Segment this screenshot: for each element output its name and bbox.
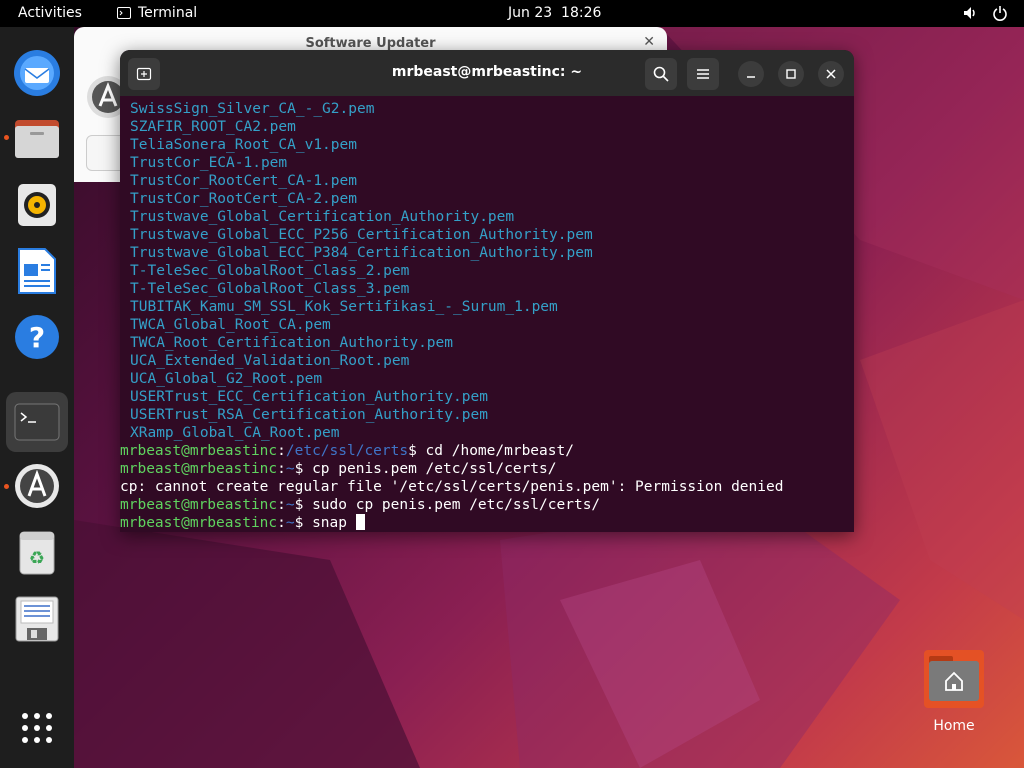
app-menu[interactable]: Terminal [117, 5, 197, 21]
terminal-window[interactable]: mrbeast@mrbeastinc: ~ SwissSign_Silver_C… [120, 50, 854, 532]
file-entry: TeliaSonera_Root_CA_v1.pem [130, 137, 357, 153]
music-icon [18, 184, 56, 226]
minimize-button[interactable] [738, 61, 764, 87]
clock[interactable]: Jun 23 18:26 [508, 5, 601, 21]
system-menu[interactable] [962, 5, 1008, 21]
file-entry: Trustwave_Global_Certification_Authority… [130, 209, 515, 225]
show-apps-button[interactable] [10, 701, 64, 755]
file-entry: UCA_Extended_Validation_Root.pem [130, 353, 410, 369]
volume-icon [964, 7, 975, 19]
terminal-output[interactable]: SwissSign_Silver_CA_-_G2.pem SZAFIR_ROOT… [120, 96, 854, 532]
updater-icon [15, 464, 59, 508]
file-entry: Trustwave_Global_ECC_P384_Certification_… [130, 245, 593, 261]
close-icon [826, 69, 836, 79]
terminal-icon [14, 403, 60, 441]
terminal-header[interactable]: mrbeast@mrbeastinc: ~ [120, 50, 854, 96]
prompt-user: mrbeast@mrbeastinc [120, 515, 278, 531]
document-icon [18, 248, 56, 294]
prompt-path: ~ [285, 515, 295, 531]
svg-text:♻: ♻ [29, 548, 45, 569]
file-entry: XRamp_Global_CA_Root.pem [130, 425, 340, 441]
folder-icon [15, 120, 59, 158]
close-button[interactable] [818, 61, 844, 87]
search-button[interactable] [645, 58, 677, 90]
dock-help[interactable]: ? [10, 310, 64, 364]
prompt-command: $ sudo cp penis.pem /etc/ssl/certs/ [294, 497, 601, 513]
file-entry: TrustCor_RootCert_CA-2.pem [130, 191, 357, 207]
error-output: cp: cannot create regular file '/etc/ssl… [120, 479, 784, 495]
prompt-line: mrbeast@mrbeastinc:~$ sudo cp penis.pem … [120, 497, 601, 513]
power-icon [993, 6, 1007, 21]
prompt-line[interactable]: mrbeast@mrbeastinc:~$ snap [120, 514, 365, 532]
updater-title: Software Updater [305, 36, 436, 51]
dock-terminal[interactable] [6, 392, 68, 452]
dock-trash[interactable]: ♻ [10, 526, 64, 580]
svg-text:?: ? [29, 321, 45, 354]
file-entry: TWCA_Root_Certification_Authority.pem [130, 335, 454, 351]
prompt-user: mrbeast@mrbeastinc [120, 497, 278, 513]
dock-software-updater[interactable] [10, 459, 64, 513]
text-cursor [355, 514, 365, 530]
file-entry: T-TeleSec_GlobalRoot_Class_2.pem [130, 263, 410, 279]
prompt-user: mrbeast@mrbeastinc [120, 461, 278, 477]
prompt-path: ~ [285, 461, 295, 477]
file-entry: TrustCor_ECA-1.pem [130, 155, 288, 171]
prompt-command: $ cp penis.pem /etc/ssl/certs/ [294, 461, 557, 477]
floppy-icon [15, 596, 59, 642]
hamburger-icon [697, 69, 709, 79]
home-folder-icon [924, 650, 984, 708]
file-entry: UCA_Global_G2_Root.pem [130, 371, 323, 387]
desktop-home-icon[interactable]: Home [920, 648, 988, 738]
prompt-line: mrbeast@mrbeastinc:~$ cp penis.pem /etc/… [120, 461, 557, 477]
dock-files[interactable] [10, 112, 64, 166]
menu-button[interactable] [687, 58, 719, 90]
help-icon: ? [15, 315, 59, 359]
terminal-icon [117, 7, 131, 19]
mail-icon [14, 50, 60, 96]
prompt-line: mrbeast@mrbeastinc:/etc/ssl/certs$ cd /h… [120, 443, 574, 459]
prompt-command: $ cd /home/mrbeast/ [408, 443, 574, 459]
dock-libreoffice-writer[interactable] [10, 244, 64, 298]
maximize-icon [786, 69, 796, 79]
file-entry: TrustCor_RootCert_CA-1.pem [130, 173, 357, 189]
prompt-command[interactable]: $ snap [295, 515, 356, 531]
trash-icon: ♻ [19, 531, 55, 575]
minimize-icon [747, 76, 755, 78]
file-entry: T-TeleSec_GlobalRoot_Class_3.pem [130, 281, 410, 297]
grid-icon [22, 713, 52, 743]
prompt-path: /etc/ssl/certs [285, 443, 409, 459]
activities-button[interactable]: Activities [18, 5, 82, 21]
file-entry: USERTrust_RSA_Certification_Authority.pe… [130, 407, 488, 423]
file-entry: Trustwave_Global_ECC_P256_Certification_… [130, 227, 593, 243]
prompt-user: mrbeast@mrbeastinc [120, 443, 278, 459]
app-menu-label: Terminal [138, 5, 198, 21]
running-indicator [4, 484, 9, 489]
prompt-path: ~ [285, 497, 295, 513]
dock-text-editor[interactable] [10, 592, 64, 646]
file-entry: TUBITAK_Kamu_SM_SSL_Kok_Sertifikasi_-_Su… [130, 299, 558, 315]
home-label: Home [933, 718, 975, 734]
running-indicator [4, 135, 9, 140]
maximize-button[interactable] [778, 61, 804, 87]
file-entry: TWCA_Global_Root_CA.pem [130, 317, 331, 333]
time-label: 18:26 [561, 5, 602, 21]
dock-thunderbird[interactable] [10, 46, 64, 100]
dock: ? ♻ [0, 27, 74, 768]
updater-close-button[interactable]: ✕ [643, 34, 655, 50]
file-entry: SZAFIR_ROOT_CA2.pem [130, 119, 296, 135]
dock-rhythmbox[interactable] [10, 178, 64, 232]
file-entry: SwissSign_Silver_CA_-_G2.pem [130, 101, 375, 117]
file-entry: USERTrust_ECC_Certification_Authority.pe… [130, 389, 488, 405]
search-icon [653, 66, 669, 82]
top-bar: Activities Terminal Jun 23 18:26 [0, 0, 1024, 27]
date-label: Jun 23 [508, 5, 553, 21]
